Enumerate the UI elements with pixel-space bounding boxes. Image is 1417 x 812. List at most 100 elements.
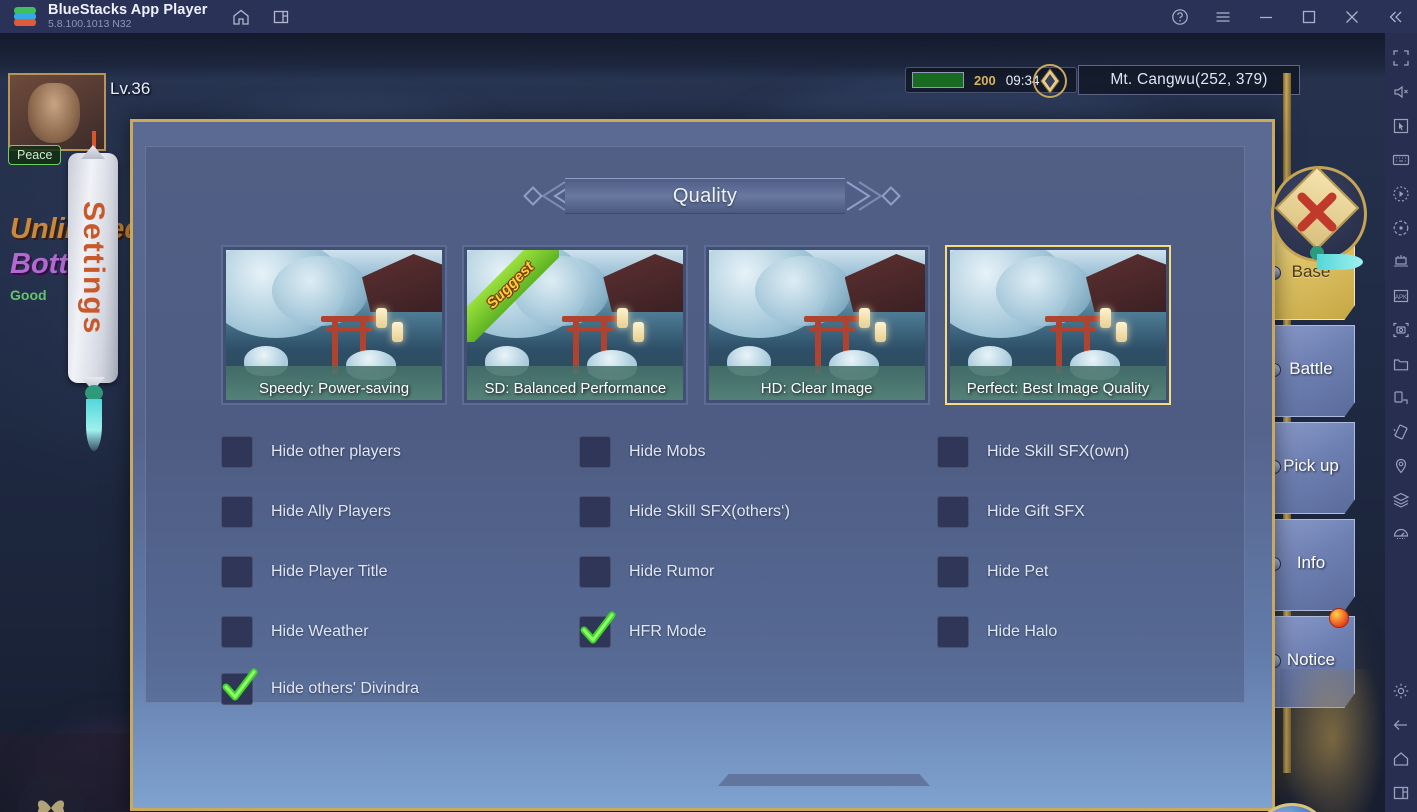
nav-label: Info bbox=[1296, 553, 1326, 572]
option-label: Hide others' Divindra bbox=[271, 680, 420, 697]
settings-gear-icon[interactable] bbox=[1392, 682, 1410, 700]
option-row[interactable]: Hide Rumor bbox=[579, 542, 909, 602]
install-apk-icon[interactable]: APK bbox=[1392, 287, 1410, 305]
mute-icon[interactable] bbox=[1392, 83, 1410, 101]
screen-root: Lv.36 Peace Unlimited Bottle Good 200 09… bbox=[0, 0, 1417, 812]
option-label: Hide Skill SFX(others‘) bbox=[629, 503, 790, 520]
option-label: Hide Ally Players bbox=[271, 503, 392, 520]
bottom-right-decor bbox=[1280, 669, 1385, 812]
option-row[interactable]: Hide others' Divindra bbox=[221, 659, 419, 719]
screenshot-icon[interactable] bbox=[1392, 321, 1410, 339]
option-label: Hide Weather bbox=[271, 623, 369, 640]
close-tassel bbox=[1317, 254, 1363, 270]
checkbox[interactable] bbox=[937, 556, 969, 588]
minimize-icon[interactable] bbox=[1257, 8, 1274, 25]
option-row[interactable]: Hide Weather bbox=[221, 602, 551, 662]
quality-thumbnail bbox=[467, 250, 684, 400]
fullscreen-icon[interactable] bbox=[1392, 49, 1410, 67]
check-icon bbox=[577, 608, 619, 650]
checkbox[interactable] bbox=[579, 436, 611, 468]
location-label: Mt. Cangwu(252, 379) bbox=[1110, 71, 1268, 88]
option-label: HFR Mode bbox=[629, 623, 707, 640]
help-icon[interactable] bbox=[1171, 8, 1188, 25]
title-ornament-right-icon bbox=[845, 180, 903, 212]
quality-thumbnail bbox=[708, 250, 925, 400]
quality-option-label: HD: Clear Image bbox=[760, 380, 873, 397]
close-x-icon bbox=[1295, 190, 1339, 234]
maximize-icon[interactable] bbox=[1300, 8, 1317, 25]
thumb-roof bbox=[844, 254, 925, 312]
option-label: Hide Halo bbox=[987, 623, 1058, 640]
checkbox[interactable] bbox=[579, 496, 611, 528]
multi-instance-icon[interactable] bbox=[272, 8, 290, 26]
location-hud[interactable]: Mt. Cangwu(252, 379) bbox=[1078, 65, 1300, 95]
close-dialog-button[interactable] bbox=[1263, 158, 1371, 274]
quality-option-3[interactable]: HD: Clear Image bbox=[703, 245, 930, 405]
option-row[interactable]: Hide Skill SFX(own) bbox=[937, 422, 1267, 482]
back-icon[interactable] bbox=[1392, 716, 1410, 734]
quality-option-label: SD: Balanced Performance bbox=[484, 380, 667, 397]
checkbox-checked[interactable] bbox=[221, 668, 258, 705]
home-icon[interactable] bbox=[232, 8, 250, 26]
multi-instance-manager-icon[interactable] bbox=[1392, 253, 1410, 271]
options-column-2: Hide Mobs Hide Skill SFX(others‘) Hide Rum… bbox=[579, 422, 909, 662]
android-home-icon[interactable] bbox=[1392, 750, 1410, 768]
option-label: Hide Pet bbox=[987, 563, 1049, 580]
checkbox[interactable] bbox=[937, 616, 969, 648]
checkbox[interactable] bbox=[221, 556, 253, 588]
checkbox[interactable] bbox=[221, 496, 253, 528]
collapse-sidebar-icon[interactable] bbox=[1386, 8, 1403, 25]
quality-option-4[interactable]: Perfect: Best Image Quality bbox=[944, 245, 1171, 405]
checkbox-checked[interactable] bbox=[579, 611, 616, 648]
option-row[interactable]: Hide Skill SFX(others‘) bbox=[579, 482, 909, 542]
quality-option-2[interactable]: Suggest SD: Balanced Performance bbox=[462, 245, 689, 405]
quality-options-row: Speedy: Power-saving Suggest SD: Balanced … bbox=[221, 245, 1171, 405]
cursor-icon[interactable] bbox=[1392, 117, 1410, 135]
option-label: Hide Skill SFX(own) bbox=[987, 443, 1130, 460]
option-row[interactable]: Hide other players bbox=[221, 422, 551, 482]
option-row[interactable]: Hide Ally Players bbox=[221, 482, 551, 542]
quality-option-label: Perfect: Best Image Quality bbox=[966, 380, 1150, 397]
thumb-roof bbox=[603, 254, 684, 312]
checkbox[interactable] bbox=[937, 496, 969, 528]
checkbox[interactable] bbox=[937, 436, 969, 468]
option-row[interactable]: Hide Pet bbox=[937, 542, 1267, 602]
option-row[interactable]: Hide Player Title bbox=[221, 542, 551, 602]
quality-thumbnail bbox=[226, 250, 442, 400]
option-row[interactable]: Hide Mobs bbox=[579, 422, 909, 482]
checkbox[interactable] bbox=[579, 556, 611, 588]
option-label: Hide Player Title bbox=[271, 563, 388, 580]
location-icon[interactable] bbox=[1392, 457, 1410, 475]
performance-icon[interactable] bbox=[1392, 525, 1410, 543]
option-row[interactable]: Hide Halo bbox=[937, 602, 1267, 662]
tassel-fringe bbox=[86, 399, 102, 451]
quality-option-1[interactable]: Speedy: Power-saving bbox=[221, 245, 447, 405]
settings-dialog: Quality Speedy: Power-saving Suggest SD:… bbox=[130, 119, 1367, 812]
rotate-icon[interactable] bbox=[1392, 219, 1410, 237]
macro-record-icon[interactable] bbox=[1392, 185, 1410, 203]
layers-icon[interactable] bbox=[1392, 491, 1410, 509]
option-label: Hide Rumor bbox=[629, 563, 715, 580]
options-column-3: Hide Skill SFX(own) Hide Gift SFX Hide Pet… bbox=[937, 422, 1267, 662]
diamond-icon[interactable] bbox=[1030, 63, 1070, 99]
svg-text:APK: APK bbox=[1395, 295, 1407, 301]
keymapping-icon[interactable] bbox=[1392, 151, 1410, 169]
display-options-grid: Hide other players Hide Ally Players Hide … bbox=[221, 422, 1231, 705]
checkbox[interactable] bbox=[221, 436, 253, 468]
media-folder-icon[interactable] bbox=[1392, 355, 1410, 373]
menu-icon[interactable] bbox=[1214, 8, 1231, 25]
app-title: BlueStacks App Player bbox=[48, 1, 208, 18]
titlebar-right-icons bbox=[1171, 8, 1417, 25]
shake-icon[interactable] bbox=[1392, 423, 1410, 441]
close-icon[interactable] bbox=[1343, 8, 1360, 25]
energy-bar bbox=[912, 72, 964, 88]
recent-apps-icon[interactable] bbox=[1392, 784, 1410, 802]
option-row[interactable]: Hide Gift SFX bbox=[937, 482, 1267, 542]
checkbox[interactable] bbox=[221, 616, 253, 648]
thumb-roof bbox=[1085, 254, 1166, 312]
option-row[interactable]: HFR Mode bbox=[579, 602, 909, 662]
settings-tab[interactable]: Settings bbox=[60, 113, 126, 451]
rotate-screen-icon[interactable] bbox=[1392, 389, 1410, 407]
nav-label: Battle bbox=[1289, 359, 1333, 378]
player-level: Lv.36 bbox=[110, 79, 151, 98]
